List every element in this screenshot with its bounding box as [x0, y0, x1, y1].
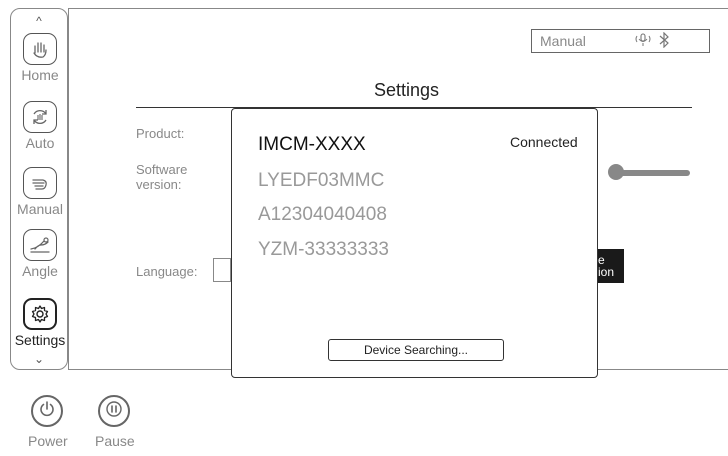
- software-label-line2: version:: [136, 177, 182, 192]
- pause-button[interactable]: [98, 395, 130, 427]
- software-label-line1: Software: [136, 162, 188, 177]
- product-label: Product:: [136, 126, 185, 141]
- dark-button-line2: ion: [598, 265, 615, 279]
- device-item[interactable]: IMCM-XXXX: [258, 134, 366, 156]
- sidebar-nav: ^ Home Auto Manual Angle Settings ⌄: [10, 8, 68, 370]
- pause-label: Pause: [95, 433, 135, 449]
- sidebar-item-label: Auto: [25, 135, 55, 151]
- power-label: Power: [28, 433, 68, 449]
- sidebar-item-settings[interactable]: Settings: [11, 298, 69, 348]
- status-bar: Manual: [531, 29, 710, 53]
- bluetooth-icon: [658, 31, 670, 51]
- microphone-icon: [634, 32, 652, 50]
- sidebar-item-label: Home: [21, 67, 59, 83]
- device-search-button[interactable]: Device Searching...: [328, 339, 504, 361]
- device-item[interactable]: YZM-33333333: [258, 239, 389, 261]
- auto-cycle-icon: [23, 101, 57, 133]
- hand-icon: [23, 167, 57, 199]
- pause-icon: [105, 400, 123, 423]
- sidebar-item-label: Settings: [14, 332, 66, 348]
- sidebar-item-label: Angle: [22, 263, 58, 279]
- dark-action-button[interactable]: e ion: [596, 249, 624, 283]
- sidebar-item-auto[interactable]: Auto: [11, 101, 69, 151]
- device-item[interactable]: A12304040408: [258, 204, 387, 226]
- hand-wave-icon: [23, 33, 57, 65]
- sidebar-item-manual[interactable]: Manual: [11, 167, 69, 217]
- language-select[interactable]: [213, 258, 231, 282]
- scroll-down-icon[interactable]: ⌄: [11, 353, 67, 365]
- scroll-up-icon[interactable]: ^: [11, 15, 67, 27]
- angle-icon: [23, 229, 57, 261]
- mode-indicator: Manual: [540, 33, 586, 49]
- sidebar-item-home[interactable]: Home: [11, 33, 69, 83]
- connection-status: Connected: [510, 134, 578, 150]
- device-item[interactable]: LYEDF03MMC: [258, 170, 384, 192]
- page-title: Settings: [374, 80, 440, 100]
- sidebar-item-angle[interactable]: Angle: [11, 229, 69, 279]
- gear-icon: [23, 298, 57, 330]
- top-frame-line: [68, 8, 728, 9]
- sidebar-item-label: Manual: [17, 201, 63, 217]
- power-icon: [38, 400, 56, 423]
- software-version-label: Software version:: [136, 162, 187, 192]
- power-button[interactable]: [31, 395, 63, 427]
- device-list-modal: IMCM-XXXX Connected LYEDF03MMC A12304040…: [231, 108, 598, 378]
- slider-knob[interactable]: [608, 164, 624, 180]
- language-label: Language:: [136, 264, 198, 279]
